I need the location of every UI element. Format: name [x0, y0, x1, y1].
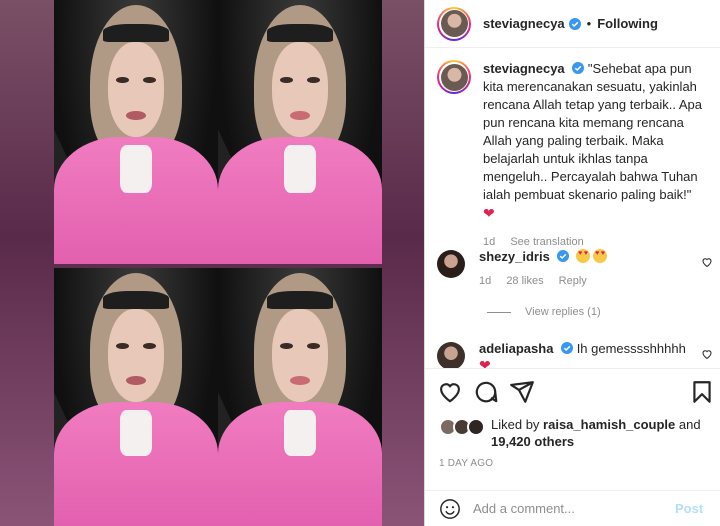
- reply-button[interactable]: Reply: [559, 275, 587, 287]
- replies-divider: [487, 311, 511, 313]
- comment-username[interactable]: shezy_idris: [479, 249, 550, 264]
- caption-avatar[interactable]: [437, 60, 471, 94]
- comment-age[interactable]: 1d: [479, 275, 491, 287]
- caption-username[interactable]: steviagnecya: [483, 61, 565, 76]
- post-side-panel: steviagnecya • Following steviagnecya "S…: [424, 0, 720, 526]
- bookmark-icon[interactable]: [689, 379, 715, 405]
- comment-avatar[interactable]: [437, 250, 465, 278]
- heart-eyes-emoji: [593, 249, 608, 263]
- verified-badge-icon: [561, 342, 574, 354]
- liked-by-user[interactable]: raisa_hamish_couple: [543, 417, 675, 432]
- verified-badge-icon: [572, 62, 585, 74]
- likes-count[interactable]: 19,420 others: [491, 434, 574, 449]
- photo-bottom-right: [218, 268, 382, 526]
- red-heart-emoji: ❤: [483, 205, 495, 221]
- comment-text: Ih gemesssshhhhh: [576, 341, 686, 356]
- comment-input[interactable]: [473, 501, 669, 516]
- comment-like-heart-icon[interactable]: [701, 348, 713, 360]
- view-replies-label: View replies (1): [525, 306, 601, 318]
- caption-age[interactable]: 1d: [483, 236, 495, 248]
- photo-top-right: [218, 0, 382, 264]
- liked-by-prefix: Liked by: [491, 417, 540, 432]
- photo-top-left: [54, 0, 218, 264]
- comment-composer: Post: [425, 490, 720, 526]
- comment-icon[interactable]: [473, 379, 499, 405]
- comment-item: shezy_idris 1d 28 likes Reply: [437, 248, 713, 290]
- separator-dot: •: [586, 16, 592, 31]
- emoji-icon[interactable]: [439, 498, 461, 520]
- following-button[interactable]: Following: [597, 16, 658, 31]
- verified-badge-icon: [568, 17, 581, 30]
- comment-avatar[interactable]: [437, 342, 465, 368]
- caption-text: "Sehebat apa pun kita merencanakan sesua…: [483, 61, 702, 202]
- view-replies-button[interactable]: View replies (1): [487, 306, 601, 318]
- comments-list[interactable]: steviagnecya "Sehebat apa pun kita meren…: [425, 48, 720, 368]
- liked-by-conj: and: [678, 417, 701, 432]
- post-media[interactable]: [0, 0, 424, 526]
- heart-icon[interactable]: [437, 379, 463, 405]
- likes-summary[interactable]: Liked by raisa_hamish_couple and 19,420 …: [439, 416, 715, 456]
- comment-username[interactable]: adeliapasha: [479, 341, 553, 356]
- action-bar: [425, 368, 720, 414]
- liker-avatars: [439, 418, 487, 438]
- author-username[interactable]: steviagnecya: [483, 16, 565, 31]
- verified-badge-icon: [557, 250, 570, 262]
- post-caption: steviagnecya "Sehebat apa pun kita meren…: [437, 60, 713, 251]
- post-comment-button[interactable]: Post: [675, 501, 703, 516]
- photo-bottom-left: [54, 268, 218, 526]
- comment-likes[interactable]: 28 likes: [506, 275, 543, 287]
- comment-item: adeliapasha Ih gemesssshhhhh ❤: [437, 340, 713, 368]
- author-avatar[interactable]: [437, 6, 471, 41]
- post-header: steviagnecya • Following: [425, 0, 720, 48]
- comment-like-heart-icon[interactable]: [701, 256, 713, 268]
- heart-eyes-emoji: [576, 249, 591, 263]
- red-heart-emoji: ❤: [479, 357, 491, 368]
- share-icon[interactable]: [509, 379, 535, 405]
- post-timestamp[interactable]: 1 DAY AGO: [439, 458, 493, 469]
- see-translation-link[interactable]: See translation: [510, 236, 583, 248]
